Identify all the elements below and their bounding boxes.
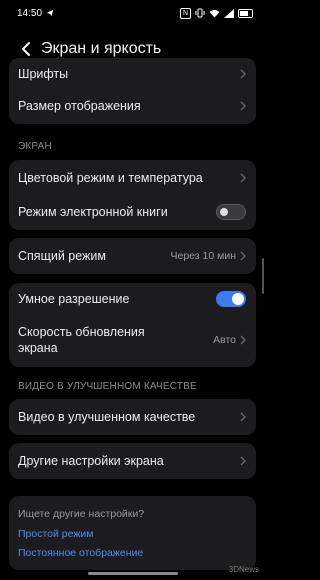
row-other-settings[interactable]: Другие настройки экрана — [9, 451, 256, 471]
row-label: Размер отображения — [18, 99, 141, 113]
chevron-right-icon — [240, 173, 246, 183]
link-simple-mode[interactable]: Простой режим — [18, 528, 93, 540]
card-resolution: Умное разрешение Скорость обновления экр… — [9, 283, 256, 367]
row-display-size[interactable]: Размер отображения — [9, 96, 256, 116]
row-ebook-mode[interactable]: Режим электронной книги — [9, 202, 256, 222]
page-title: Экран и яркость — [41, 40, 162, 57]
row-sleep[interactable]: Спящий режим Через 10 мин — [9, 246, 256, 266]
nfc-icon: N — [180, 7, 191, 19]
back-button[interactable] — [15, 38, 37, 60]
row-label: Умное разрешение — [18, 292, 130, 306]
signal-icon — [224, 8, 234, 18]
status-right: N — [180, 7, 253, 19]
toggle-knob — [232, 293, 244, 305]
row-enhanced-video[interactable]: Видео в улучшенном качестве — [9, 407, 256, 427]
ebook-mode-toggle[interactable] — [216, 204, 246, 220]
section-header-video: ВИДЕО В УЛУЧШЕННОМ КАЧЕСТВЕ — [18, 381, 197, 392]
card-other: Другие настройки экрана — [9, 443, 256, 479]
row-smart-resolution[interactable]: Умное разрешение — [9, 289, 256, 309]
link-always-on[interactable]: Постоянное отображение — [18, 547, 143, 559]
chevron-right-icon — [240, 101, 246, 111]
row-label: Спящий режим — [18, 249, 106, 263]
watermark: 3DNews — [228, 565, 259, 574]
refresh-rate-value: Авто — [213, 334, 236, 346]
card-video: Видео в улучшенном качестве — [9, 399, 256, 435]
status-bar: 14:50 N — [0, 0, 265, 26]
row-label: Шрифты — [18, 67, 69, 81]
row-label: Другие настройки экрана — [18, 454, 164, 468]
row-label: Режим электронной книги — [18, 205, 168, 219]
scrollbar[interactable] — [262, 258, 264, 294]
section-header-screen: ЭКРАН — [18, 141, 52, 152]
chevron-right-icon — [240, 69, 246, 79]
wifi-icon — [209, 9, 220, 17]
battery-icon — [238, 8, 253, 18]
card-sleep: Спящий режим Через 10 мин — [9, 238, 256, 274]
chevron-right-icon — [240, 456, 246, 466]
chevron-left-icon — [22, 42, 30, 56]
row-right: Через 10 мин — [171, 250, 247, 262]
row-refresh-rate[interactable]: Скорость обновления экрана Авто — [9, 323, 256, 357]
suggestions-hint: Ищете другие настройки? — [18, 508, 145, 520]
chevron-right-icon — [240, 412, 246, 422]
row-fonts[interactable]: Шрифты — [9, 64, 256, 84]
row-color-mode[interactable]: Цветовой режим и температура — [9, 168, 256, 188]
chevron-right-icon — [240, 251, 246, 261]
smart-resolution-toggle[interactable] — [216, 291, 246, 307]
status-time: 14:50 — [17, 7, 43, 19]
toggle-knob — [220, 208, 228, 216]
suggestions-card: Ищете другие настройки? Простой режим По… — [9, 496, 256, 570]
sleep-value: Через 10 мин — [170, 250, 237, 262]
row-label: Видео в улучшенном качестве — [18, 410, 196, 424]
card-fonts: Шрифты Размер отображения — [9, 58, 256, 124]
telegram-icon — [46, 9, 54, 17]
row-label: Скорость обновления экрана — [18, 325, 145, 355]
chevron-right-icon — [240, 335, 246, 345]
status-left: 14:50 — [17, 8, 54, 19]
row-right: Авто — [213, 334, 246, 346]
home-indicator — [88, 572, 178, 575]
vibrate-icon — [195, 8, 205, 18]
row-label: Цветовой режим и температура — [18, 171, 203, 185]
card-screen: Цветовой режим и температура Режим элект… — [9, 160, 256, 230]
